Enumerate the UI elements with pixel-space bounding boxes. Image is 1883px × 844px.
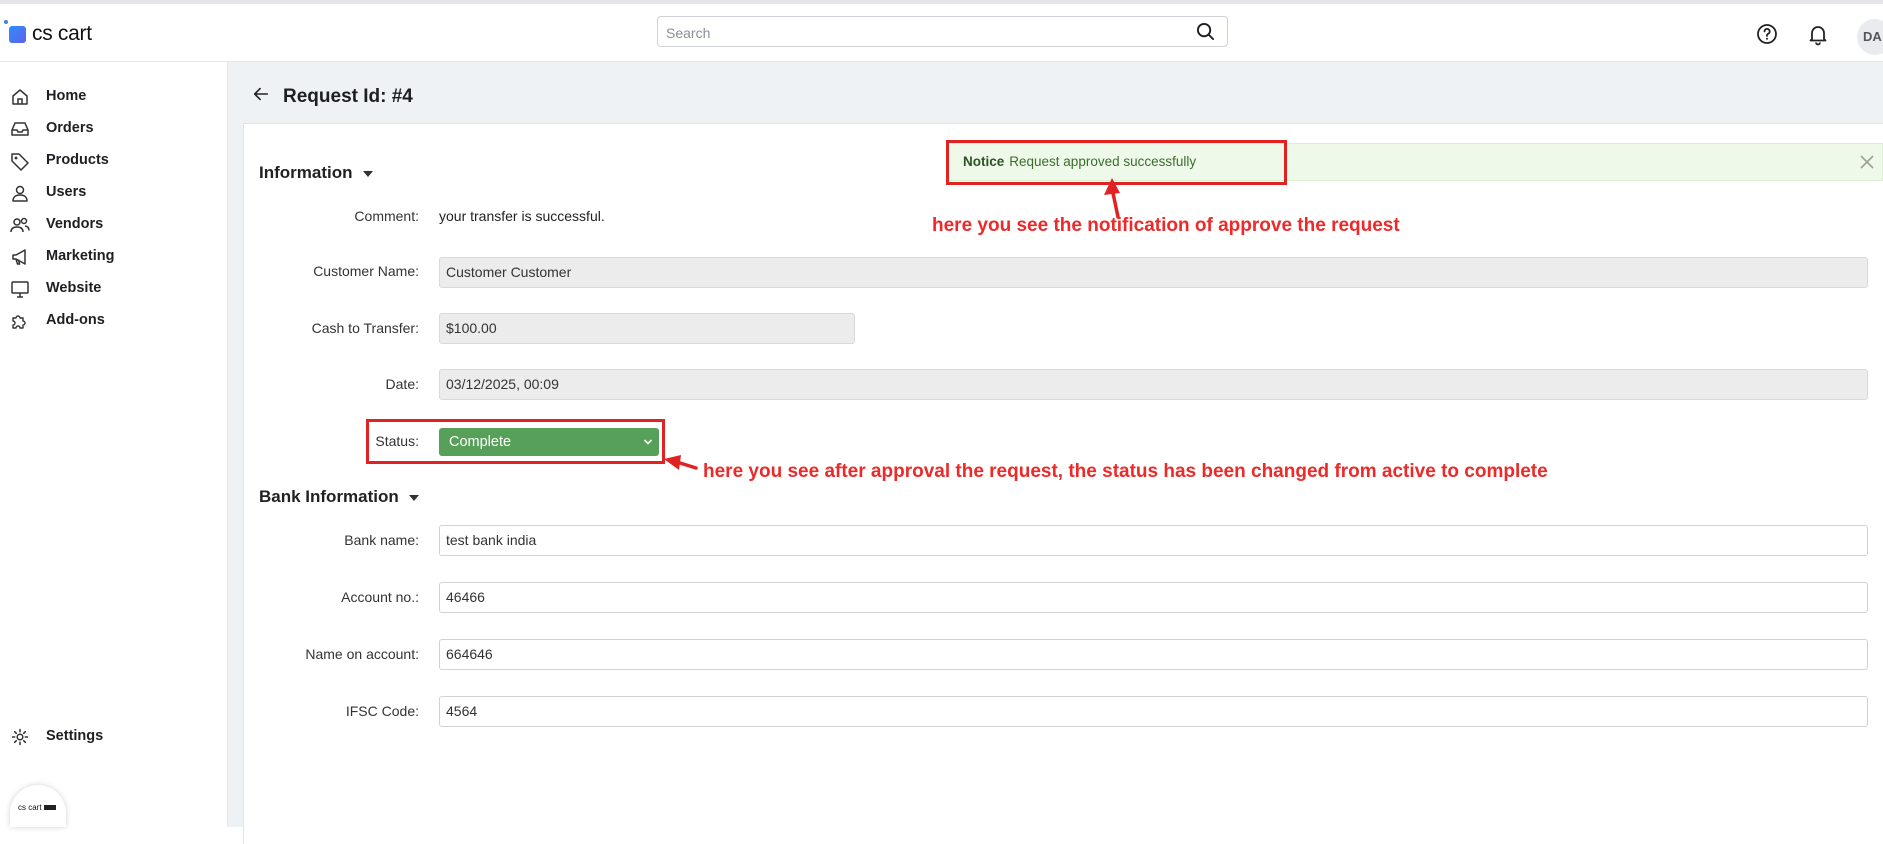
status-annotation: here you see after approval the request,… [703, 461, 1548, 482]
annotation-arrows [664, 178, 1120, 470]
notice-annotation: here you see the notification of approve… [932, 215, 1400, 236]
arrow-to-status [664, 455, 698, 470]
arrow-to-notice [1104, 178, 1120, 219]
